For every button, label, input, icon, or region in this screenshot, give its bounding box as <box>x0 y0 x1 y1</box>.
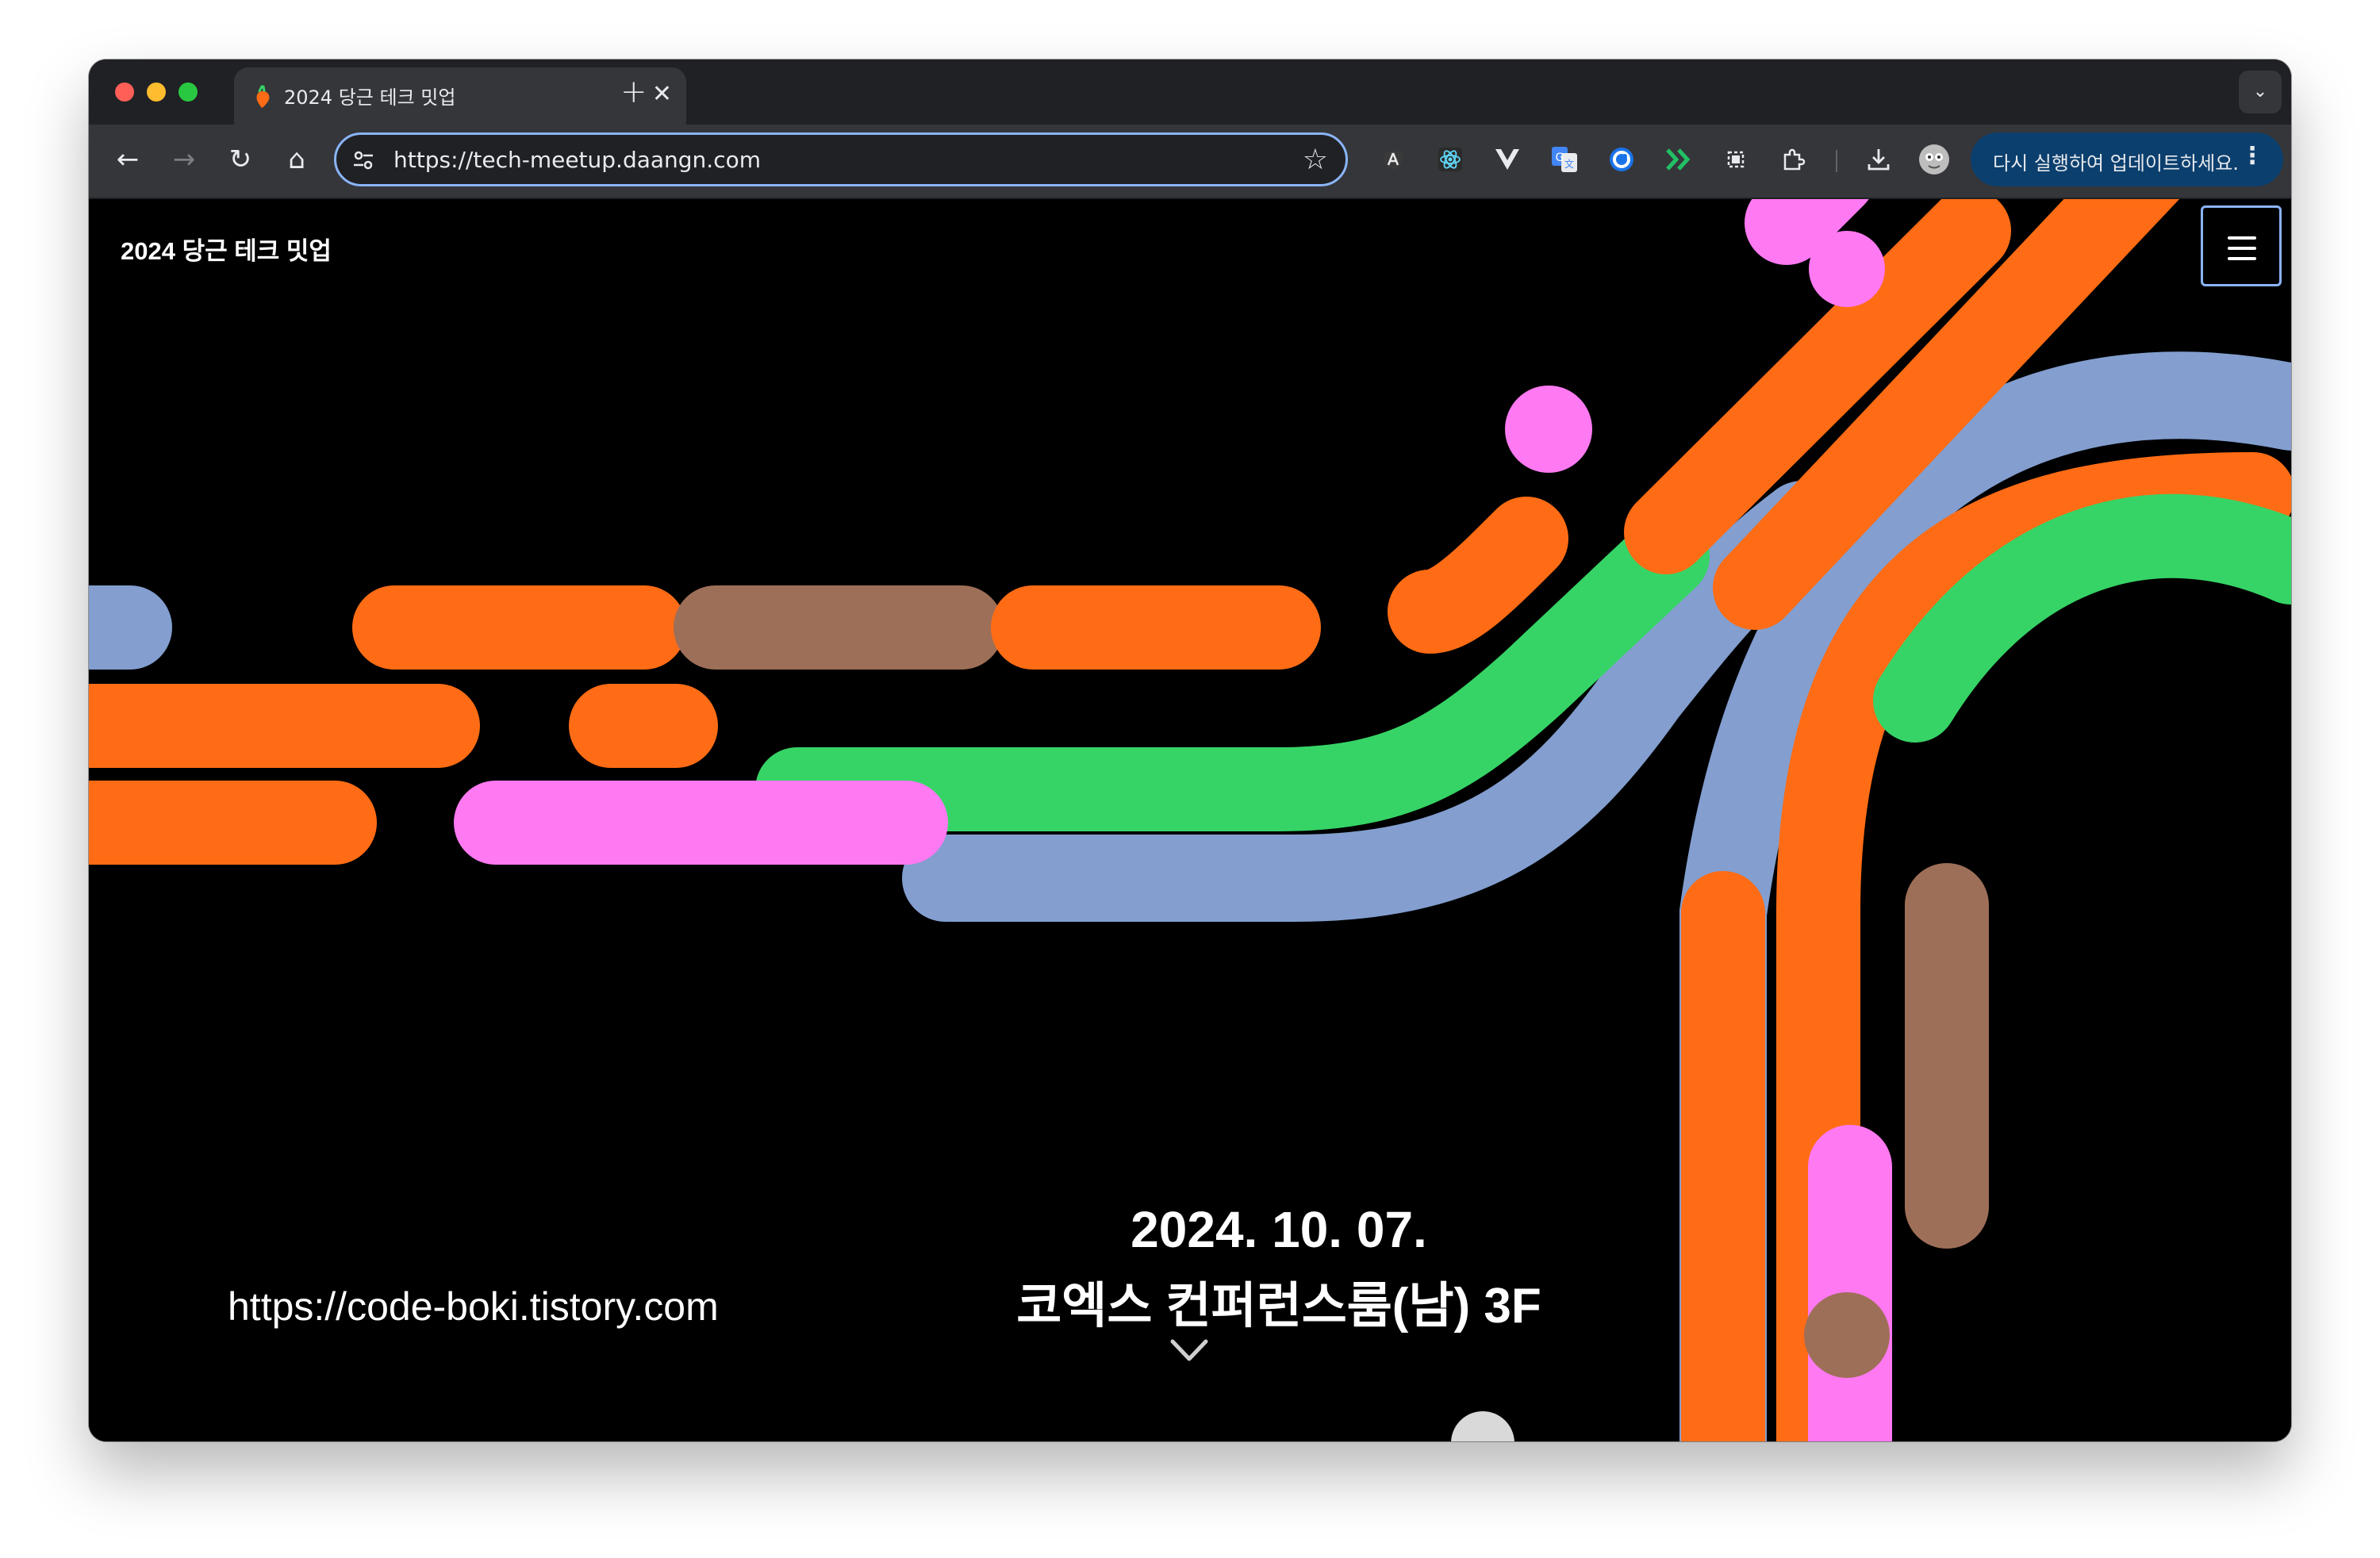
browser-window: 2024 당근 테크 밋업 ✕ + ⌄ ← → ↻ ⌂ https://tech… <box>89 59 2291 1441</box>
close-window-button[interactable] <box>115 83 134 102</box>
hamburger-menu-button[interactable] <box>2201 205 2282 286</box>
url-text[interactable]: https://tech-meetup.daangn.com <box>393 147 761 173</box>
site-title[interactable]: 2024 당근 테크 밋업 <box>121 231 332 267</box>
screen-capture-icon[interactable] <box>1720 144 1752 175</box>
web-page: 2024 당근 테크 밋업 2024. 10. 07. 코엑스 컨퍼런스룸(남)… <box>89 199 2291 1441</box>
toolbar-separator <box>1836 150 1837 172</box>
more-menu-icon[interactable]: ⋮ <box>2240 142 2264 170</box>
tab-strip: 2024 당근 테크 밋업 ✕ + ⌄ <box>89 59 2291 125</box>
tab-search-button[interactable]: ⌄ <box>2239 71 2282 113</box>
back-button[interactable]: ← <box>109 140 147 178</box>
address-bar[interactable]: https://tech-meetup.daangn.com ☆ <box>334 132 1348 186</box>
home-button[interactable]: ⌂ <box>278 140 316 178</box>
reload-button[interactable]: ↻ <box>221 140 259 178</box>
forward-extension-icon[interactable] <box>1663 144 1695 175</box>
site-info-icon[interactable] <box>352 149 374 171</box>
update-relaunch-label: 다시 실행하여 업데이트하세요. <box>1993 152 2239 175</box>
profile-avatar-icon[interactable] <box>1918 144 1950 175</box>
update-relaunch-button[interactable]: 다시 실행하여 업데이트하세요. ⋮ <box>1971 132 2283 186</box>
hamburger-line <box>2228 257 2256 260</box>
svg-text:G: G <box>1556 152 1564 164</box>
sync-extension-icon[interactable] <box>1606 144 1637 175</box>
tab-close-icon[interactable]: ✕ <box>652 79 672 110</box>
forward-button[interactable]: → <box>165 140 203 178</box>
hamburger-line <box>2228 247 2256 250</box>
extensions-puzzle-icon[interactable] <box>1777 144 1809 175</box>
zoom-window-button[interactable] <box>178 83 198 102</box>
vue-devtools-icon[interactable] <box>1491 144 1523 175</box>
event-venue: 코엑스 컨퍼런스룸(남) 3F <box>1016 1279 1541 1334</box>
tab-active[interactable]: 2024 당근 테크 밋업 ✕ <box>234 67 686 125</box>
downloads-icon[interactable] <box>1863 144 1894 175</box>
tab-title: 2024 당근 테크 밋업 <box>284 86 456 109</box>
new-tab-button[interactable]: + <box>620 72 647 112</box>
carrot-favicon-icon <box>256 85 270 108</box>
event-date: 2024. 10. 07. <box>1130 1201 1427 1258</box>
svg-text:文: 文 <box>1564 158 1574 170</box>
bookmark-star-icon[interactable]: ☆ <box>1303 141 1328 179</box>
minimize-window-button[interactable] <box>147 83 166 102</box>
angular-devtools-icon[interactable] <box>1377 144 1409 175</box>
google-translate-icon[interactable]: G文 <box>1549 144 1580 175</box>
hamburger-line <box>2228 236 2256 240</box>
react-devtools-icon[interactable] <box>1434 144 1466 175</box>
watermark-text: https://code-boki.tistory.com <box>228 1284 719 1329</box>
browser-toolbar: ← → ↻ ⌂ https://tech-meetup.daangn.com ☆… <box>89 125 2291 199</box>
chevron-down-icon[interactable] <box>1169 1335 1209 1367</box>
